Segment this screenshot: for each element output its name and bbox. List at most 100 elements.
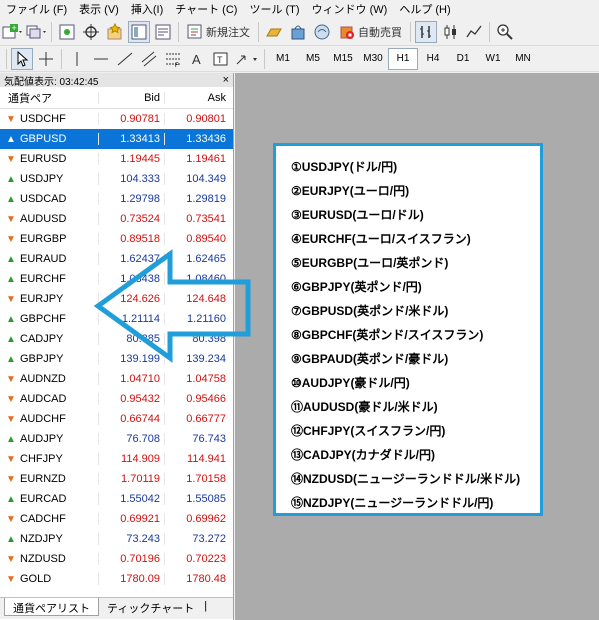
new-order-icon (187, 24, 202, 39)
fibonacci-button[interactable]: F (162, 48, 184, 70)
toolbar-separator (61, 48, 62, 69)
zoom-in-button[interactable] (494, 21, 516, 43)
symbol-cell: ▼ AUDCAD (0, 393, 98, 405)
currency-pair-list-box: ①USDJPY(ドル/円) ②EURJPY(ユーロ/円) ③EURUSD(ユーロ/ド… (273, 143, 543, 516)
symbol-name: GOLD (20, 573, 52, 585)
symbol-row[interactable]: ▲ EURCAD 1.55042 1.55085 (0, 489, 233, 509)
menu-file[interactable]: ファイル (F) (0, 1, 73, 17)
symbol-row[interactable]: ▼ CADCHF 0.69921 0.69962 (0, 509, 233, 529)
symbol-name: EURCHF (20, 273, 66, 285)
timeframe-mn[interactable]: MN (508, 48, 538, 70)
cursor-button[interactable] (11, 47, 33, 70)
column-header-symbol[interactable]: 通貨ペア (0, 90, 98, 106)
menu-tools[interactable]: ツール (T) (243, 1, 305, 17)
symbol-row[interactable]: ▲ NZDJPY 73.243 73.272 (0, 529, 233, 549)
column-header-ask[interactable]: Ask (164, 91, 230, 104)
symbol-row[interactable]: ▲ EURAUD 1.62437 1.62465 (0, 249, 233, 269)
symbol-row[interactable]: ▲ USDJPY 104.333 104.349 (0, 169, 233, 189)
timeframe-h1[interactable]: H1 (388, 47, 418, 70)
data-window-button[interactable] (80, 21, 102, 43)
close-icon[interactable]: × (223, 74, 229, 86)
symbol-row[interactable]: ▼ AUDUSD 0.73524 0.73541 (0, 209, 233, 229)
bid-price: 0.95432 (98, 393, 164, 405)
timeframe-m15[interactable]: M15 (328, 48, 358, 70)
text-label-button[interactable]: T (210, 48, 232, 70)
terminal-icon (131, 24, 147, 40)
bid-price: 1.08438 (98, 273, 164, 285)
crosshair-button[interactable] (35, 48, 57, 70)
trendline-button[interactable] (114, 48, 136, 70)
terminal-button[interactable] (128, 21, 150, 43)
menu-insert[interactable]: 挿入(I) (125, 1, 169, 17)
ask-price: 0.89540 (164, 233, 230, 245)
market-watch-header: 通貨ペア Bid Ask (0, 87, 233, 109)
tab-tick-chart[interactable]: ティックチャート (99, 598, 202, 616)
symbol-row[interactable]: ▼ EURUSD 1.19445 1.19461 (0, 149, 233, 169)
profiles-button[interactable] (25, 21, 47, 43)
navigator-button[interactable] (104, 21, 126, 43)
symbol-row[interactable]: ▼ GOLD 1780.09 1780.48 (0, 569, 233, 589)
menu-window[interactable]: ウィンドウ (W) (306, 1, 394, 17)
symbol-row[interactable]: ▼ EURJPY 124.626 124.648 (0, 289, 233, 309)
ask-price: 1.70158 (164, 473, 230, 485)
symbol-row[interactable]: ▲ CADJPY 80.385 80.398 (0, 329, 233, 349)
arrows-icon (236, 55, 257, 64)
new-chart-button[interactable]: + (1, 21, 23, 43)
line-chart-button[interactable] (463, 21, 485, 43)
market-watch-button[interactable] (56, 21, 78, 43)
vps-button[interactable] (311, 21, 333, 43)
symbol-cell: ▼ USDCHF (0, 113, 98, 125)
channel-icon (141, 51, 157, 66)
horizontal-line-button[interactable] (90, 48, 112, 70)
strategy-tester-button[interactable] (152, 21, 174, 43)
symbol-row[interactable]: ▼ AUDNZD 1.04710 1.04758 (0, 369, 233, 389)
market-watch-title: 気配値表示: 03:42:45 (4, 76, 99, 88)
vertical-line-button[interactable] (66, 48, 88, 70)
symbol-row[interactable]: ▲ AUDJPY 76.708 76.743 (0, 429, 233, 449)
symbol-row[interactable]: ▼ AUDCHF 0.66744 0.66777 (0, 409, 233, 429)
timeframe-m1[interactable]: M1 (268, 48, 298, 70)
symbol-row[interactable]: ▲ EURCHF 1.08438 1.08460 (0, 269, 233, 289)
tab-symbols[interactable]: 通貨ペアリスト (4, 598, 99, 616)
symbol-row[interactable]: ▼ EURNZD 1.70119 1.70158 (0, 469, 233, 489)
bid-price: 76.708 (98, 433, 164, 445)
symbol-name: AUDCHF (20, 413, 66, 425)
bar-chart-button[interactable] (415, 21, 437, 43)
timeframe-d1[interactable]: D1 (448, 48, 478, 70)
text-button[interactable]: A (186, 48, 208, 70)
text-label-icon: T (213, 52, 228, 65)
timeframe-w1[interactable]: W1 (478, 48, 508, 70)
symbol-row[interactable]: ▲ GBPUSD 1.33413 1.33436 (0, 129, 233, 149)
timeframe-h4[interactable]: H4 (418, 48, 448, 70)
toolbar-separator (410, 22, 411, 42)
arrows-dropdown-button[interactable] (234, 48, 260, 70)
ask-price: 104.349 (164, 173, 230, 185)
symbol-row[interactable]: ▼ AUDCAD 0.95432 0.95466 (0, 389, 233, 409)
symbol-row[interactable]: ▲ GBPCHF 1.21114 1.21160 (0, 309, 233, 329)
arrow-down-icon: ▼ (6, 473, 16, 485)
symbol-cell: ▲ NZDJPY (0, 533, 98, 545)
auto-trading-button[interactable]: 自動売買 (335, 21, 406, 43)
menu-help[interactable]: ヘルプ (H) (393, 1, 456, 17)
new-order-button[interactable]: 新規注文 (183, 21, 254, 43)
ask-price: 0.73541 (164, 213, 230, 225)
arrow-up-icon: ▲ (6, 433, 16, 445)
timeframe-m5[interactable]: M5 (298, 48, 328, 70)
symbol-row[interactable]: ▲ GBPJPY 139.199 139.234 (0, 349, 233, 369)
column-header-bid[interactable]: Bid (98, 91, 164, 104)
symbol-row[interactable]: ▼ USDCHF 0.90781 0.90801 (0, 109, 233, 129)
equidistant-channel-button[interactable] (138, 48, 160, 70)
menu-view[interactable]: 表示 (V) (73, 1, 125, 17)
arrow-up-icon: ▲ (6, 533, 16, 545)
signals-button[interactable] (263, 21, 285, 43)
symbol-row[interactable]: ▼ NZDUSD 0.70196 0.70223 (0, 549, 233, 569)
pair-list-item: ⑮NZDJPY(ニュージーランドドル/円) (291, 495, 494, 510)
candlestick-button[interactable] (439, 21, 461, 43)
market-button[interactable] (287, 21, 309, 43)
timeframe-m30[interactable]: M30 (358, 48, 388, 70)
symbol-row[interactable]: ▲ USDCAD 1.29798 1.29819 (0, 189, 233, 209)
menu-chart[interactable]: チャート (C) (169, 1, 243, 17)
symbol-row[interactable]: ▼ CHFJPY 114.909 114.941 (0, 449, 233, 469)
bid-price: 1.29798 (98, 193, 164, 205)
symbol-row[interactable]: ▼ EURGBP 0.89518 0.89540 (0, 229, 233, 249)
